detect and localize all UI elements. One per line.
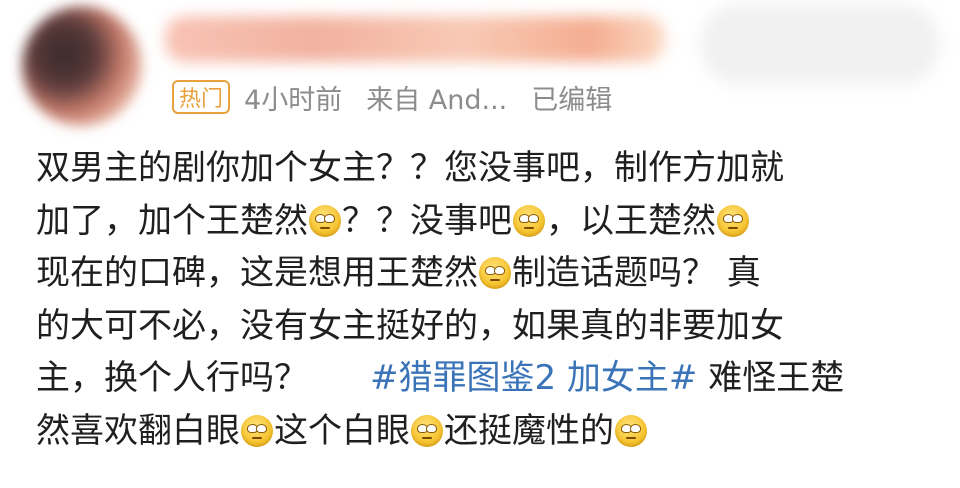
eye-roll-emoji-icon	[479, 257, 511, 289]
text-segment: 然喜欢翻白眼	[36, 410, 240, 451]
follow-button-blurred[interactable]	[700, 4, 940, 84]
text-segment: 现在的口碑，这是想用王楚然	[36, 253, 478, 293]
post-content: 双男主的剧你加个女主？？您没事吧，制作方加就 加了，加个王楚然 ？？没事吧 ，以王楚…	[36, 142, 936, 457]
eye-roll-emoji-icon	[615, 414, 647, 447]
post-meta: 热门 4小时前 来自 And... 已编辑	[172, 78, 612, 116]
user-avatar[interactable]	[22, 6, 142, 126]
content-line-2: 加了，加个王楚然 ？？没事吧 ，以王楚然	[36, 195, 936, 248]
text-segment: 制造话题吗？ 真	[512, 253, 761, 293]
text-segment: 主，换个人行吗？	[36, 358, 308, 398]
eye-roll-emoji-icon	[717, 204, 749, 237]
post-source: 来自 And...	[366, 84, 508, 116]
eye-roll-emoji-icon	[411, 414, 443, 447]
text-segment: 加了，加个王楚然	[36, 200, 308, 241]
content-line-4: 的大可不必，没有女主挺好的，如果真的非要加女	[36, 300, 936, 353]
post-time: 4小时前	[244, 84, 343, 116]
eye-roll-emoji-icon	[241, 414, 273, 447]
text-segment: 这个白眼	[274, 410, 410, 451]
hot-badge: 热门	[172, 80, 231, 114]
eye-roll-emoji-icon	[513, 204, 545, 237]
text-segment: ，以王楚然	[546, 200, 716, 241]
content-line-1: 双男主的剧你加个女主？？您没事吧，制作方加就	[36, 142, 936, 195]
hashtag-link[interactable]: #猎罪图鉴2 加女主#	[370, 358, 697, 398]
edited-label: 已编辑	[531, 84, 613, 116]
text-segment: 双男主的剧你加个女主？？您没事吧，制作方加就	[36, 148, 784, 188]
text-segment: 还挺魔性的	[444, 410, 614, 451]
eye-roll-emoji-icon	[309, 204, 341, 237]
content-line-6: 然喜欢翻白眼 这个白眼 还挺魔性的	[36, 405, 936, 458]
username-blurred[interactable]	[165, 16, 665, 62]
text-segment: 难怪王楚	[697, 358, 845, 398]
text-segment: 的大可不必，没有女主挺好的，如果真的非要加女	[36, 305, 784, 346]
content-line-5: 主，换个人行吗？ #猎罪图鉴2 加女主# 难怪王楚	[36, 352, 936, 405]
text-segment: ？？没事吧	[342, 200, 512, 241]
content-line-3: 现在的口碑，这是想用王楚然 制造话题吗？ 真	[36, 247, 936, 300]
